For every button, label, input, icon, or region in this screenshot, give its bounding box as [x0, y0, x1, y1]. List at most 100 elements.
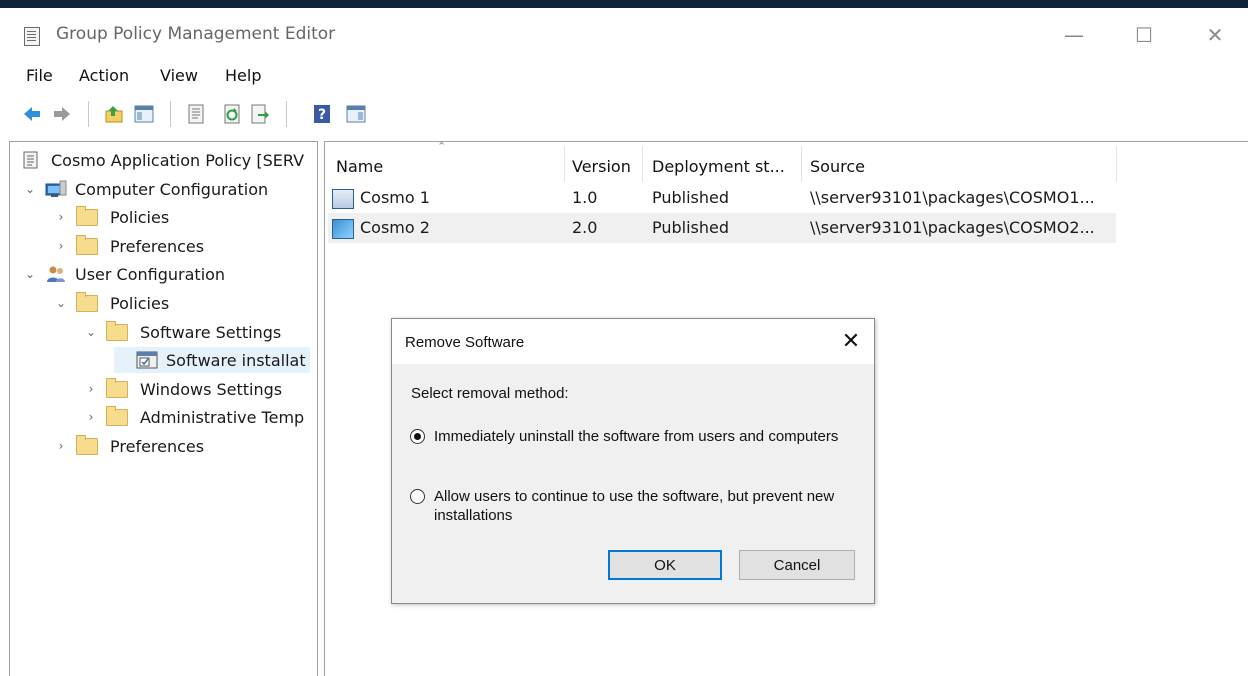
option-allow-continue[interactable]: Allow users to continue to use the softw… [410, 487, 850, 527]
chevron-right-icon[interactable]: › [84, 410, 98, 424]
option-label: Allow users to continue to use the softw… [434, 488, 835, 524]
tree-label: Cosmo Application Policy [SERV [51, 150, 305, 170]
cell-name: Cosmo 1 [360, 188, 430, 207]
users-icon [47, 266, 65, 282]
column-divider[interactable] [642, 146, 643, 182]
menu-help[interactable]: Help [225, 66, 261, 85]
tree-label: User Configuration [75, 264, 226, 284]
window-top-border [0, 0, 1248, 8]
close-window-button[interactable]: ✕ [1193, 22, 1237, 48]
folder-icon [106, 377, 128, 398]
chevron-down-icon[interactable]: ⌄ [84, 325, 98, 339]
column-header-deployment-state[interactable]: Deployment st... [652, 151, 785, 181]
dialog-title-bar: Remove Software ✕ [392, 319, 874, 364]
folder-icon [76, 434, 98, 455]
cell-deployment-state: Published [652, 188, 730, 207]
option-immediately-uninstall[interactable]: Immediately uninstall the software from … [410, 427, 850, 467]
cell-name: Cosmo 2 [360, 218, 430, 237]
tree-item-software-installation[interactable]: Software installat [114, 347, 310, 373]
cell-version: 1.0 [572, 188, 598, 207]
tree-label: Windows Settings [140, 379, 283, 399]
tree-label: Policies [110, 293, 170, 313]
folder-icon [106, 320, 128, 341]
gpme-app-icon [24, 27, 40, 46]
tree-item-user-policies[interactable]: ⌄ Policies [54, 290, 169, 316]
folder-icon [76, 234, 98, 255]
ok-button[interactable]: OK [608, 550, 722, 580]
column-header-name[interactable]: Name [336, 151, 383, 181]
computer-icon [45, 180, 67, 197]
help-icon[interactable]: ? [312, 104, 332, 124]
table-row[interactable]: Cosmo 2 2.0 Published \\server93101\pack… [328, 213, 1116, 243]
sort-ascending-icon: ⌃ [437, 140, 447, 153]
tree-item-windows-settings[interactable]: › Windows Settings [84, 376, 282, 402]
tree-item-computer-configuration[interactable]: ⌄ Computer Configuration [23, 176, 268, 202]
removal-method-label: Select removal method: [411, 385, 569, 402]
minimize-button[interactable]: — [1052, 22, 1096, 48]
toolbar-separator [170, 101, 171, 127]
folder-icon [76, 291, 98, 312]
toolbar-separator [88, 101, 89, 127]
column-divider[interactable] [564, 146, 565, 182]
refresh-icon[interactable] [222, 104, 242, 124]
tree-label: Policies [110, 207, 170, 227]
svg-text:?: ? [318, 107, 326, 123]
menu-action[interactable]: Action [79, 66, 129, 85]
cell-source: \\server93101\packages\COSMO1... [810, 188, 1095, 207]
folder-icon [106, 405, 128, 426]
column-divider[interactable] [1116, 146, 1117, 182]
table-row[interactable]: Cosmo 1 1.0 Published \\server93101\pack… [328, 183, 1116, 213]
policy-document-icon [23, 151, 38, 169]
chevron-down-icon[interactable]: ⌄ [23, 267, 37, 281]
tree-item-root[interactable]: Cosmo Application Policy [SERV [23, 147, 304, 173]
tree-item-computer-preferences[interactable]: › Preferences [54, 233, 204, 259]
chevron-right-icon[interactable]: › [54, 210, 68, 224]
dialog-close-button[interactable]: ✕ [838, 329, 864, 353]
software-installation-icon [136, 351, 158, 369]
tree-label: Preferences [110, 236, 205, 256]
radio-allow-continue[interactable] [410, 489, 425, 504]
tree-item-software-settings[interactable]: ⌄ Software Settings [84, 319, 281, 345]
remove-software-dialog: Remove Software ✕ Select removal method:… [391, 318, 875, 604]
dialog-title: Remove Software [405, 334, 525, 351]
title-bar: Group Policy Management Editor — ☐ ✕ [0, 8, 1248, 58]
up-folder-icon[interactable] [104, 104, 124, 124]
chevron-down-icon[interactable]: ⌄ [23, 182, 37, 196]
radio-immediately-uninstall[interactable] [410, 429, 425, 444]
chevron-down-icon[interactable]: ⌄ [54, 296, 68, 310]
cell-version: 2.0 [572, 218, 598, 237]
show-action-pane-icon[interactable] [346, 104, 366, 124]
tree-item-administrative-templates[interactable]: › Administrative Temp [84, 404, 304, 430]
cancel-button[interactable]: Cancel [739, 550, 855, 580]
column-divider[interactable] [801, 146, 802, 182]
console-tree[interactable]: Cosmo Application Policy [SERV ⌄ Compute… [9, 141, 318, 676]
toolbar-separator [286, 101, 287, 127]
back-icon[interactable] [22, 104, 42, 124]
tree-label: Software Settings [140, 322, 282, 342]
column-header-source[interactable]: Source [810, 151, 865, 181]
cell-source: \\server93101\packages\COSMO2... [810, 218, 1095, 237]
tree-label: Computer Configuration [75, 179, 269, 199]
tree-item-user-preferences[interactable]: › Preferences [54, 433, 204, 459]
properties-icon[interactable] [186, 104, 206, 124]
maximize-button[interactable]: ☐ [1122, 22, 1166, 48]
menu-view[interactable]: View [160, 66, 198, 85]
tree-item-computer-policies[interactable]: › Policies [54, 204, 169, 230]
tree-item-user-configuration[interactable]: ⌄ User Configuration [23, 261, 225, 287]
msi-package-icon [332, 189, 354, 209]
option-label: Immediately uninstall the software from … [434, 428, 839, 445]
tree-label: Software installat [166, 350, 306, 370]
show-hide-console-tree-icon[interactable] [134, 104, 154, 124]
menu-file[interactable]: File [26, 66, 53, 85]
column-header-version[interactable]: Version [572, 151, 631, 181]
chevron-right-icon[interactable]: › [54, 239, 68, 253]
window-title: Group Policy Management Editor [56, 24, 336, 44]
msi-package-icon [332, 219, 354, 239]
tree-label: Preferences [110, 436, 205, 456]
export-list-icon[interactable] [250, 104, 270, 124]
chevron-right-icon[interactable]: › [54, 439, 68, 453]
cell-deployment-state: Published [652, 218, 730, 237]
tree-label: Administrative Temp [140, 407, 305, 427]
forward-icon[interactable] [52, 104, 72, 124]
chevron-right-icon[interactable]: › [84, 382, 98, 396]
